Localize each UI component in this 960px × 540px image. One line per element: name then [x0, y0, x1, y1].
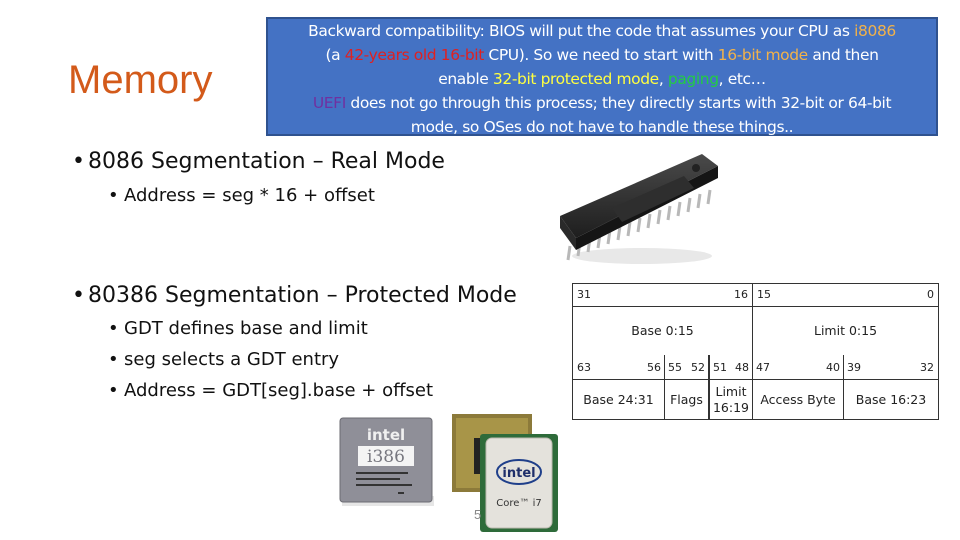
gdt-top-right-bits: 15 0 — [753, 284, 938, 307]
field-base-0-15: Base 0:15 — [573, 307, 753, 355]
bullet-icon: • — [108, 380, 119, 401]
callout-line: Backward compatibility: BIOS will put th… — [268, 19, 936, 43]
real-mode-heading: 8086 Segmentation – Real Mode — [88, 149, 445, 174]
bit-label: 55 — [668, 361, 682, 374]
bit-label: 15 — [757, 288, 771, 301]
core-i7-brand: intel — [502, 466, 535, 481]
gdt-top-left-bits: 31 16 — [573, 284, 753, 307]
callout-highlight: 32-bit protected mode — [492, 70, 659, 88]
core-i7-model: Core™ i7 — [496, 498, 541, 509]
i386-model: i386 — [367, 447, 405, 467]
callout-line: enable 32-bit protected mode, paging, et… — [268, 67, 936, 91]
compatibility-callout: Backward compatibility: BIOS will put th… — [266, 17, 938, 136]
field-limit-0-15: Limit 0:15 — [813, 323, 878, 338]
slide-title: Memory — [68, 58, 213, 102]
bullet-icon: • — [108, 318, 119, 339]
field-flags: Flags — [665, 380, 710, 419]
bit-label: 52 — [691, 361, 705, 374]
callout-text: Backward compatibility: BIOS will put th… — [308, 22, 855, 40]
dip-chip-image — [560, 154, 718, 264]
callout-text: , — [658, 70, 668, 88]
bullet-gdt-address: • Address = GDT[seg].base + offset — [108, 380, 433, 401]
callout-highlight: i8086 — [854, 22, 896, 40]
bit-label: 47 — [756, 361, 770, 374]
callout-line: mode, so OSes do not have to handle thes… — [268, 115, 936, 139]
bullet-protected-mode: • 80386 Segmentation – Protected Mode — [72, 283, 517, 308]
callout-line: UEFI does not go through this process; t… — [268, 91, 936, 115]
callout-text: , etc… — [718, 70, 766, 88]
callout-text: and then — [807, 46, 879, 64]
i386-brand: intel — [367, 426, 405, 444]
callout-highlight: 42-years old 16-bit — [344, 46, 485, 64]
bits-63-56: 63 56 — [573, 355, 665, 380]
callout-highlight: 16-bit mode — [717, 46, 808, 64]
bit-label: 56 — [647, 361, 661, 374]
callout-text: enable — [438, 70, 493, 88]
field-limit-16-19: Limit 16:19 — [710, 380, 753, 419]
real-mode-item: Address = seg * 16 + offset — [124, 185, 375, 206]
bullet-icon: • — [108, 185, 119, 206]
core-i7-cpu-image: intel Core™ i7 — [452, 414, 558, 532]
field-base-24-31: Base 24:31 — [573, 380, 665, 419]
bit-label: 63 — [577, 361, 591, 374]
bullet-gdt-defines: • GDT defines base and limit — [108, 318, 368, 339]
bullet-icon: • — [72, 283, 85, 308]
bits-51-48: 51 48 — [710, 355, 753, 380]
protected-mode-heading: 80386 Segmentation – Protected Mode — [88, 283, 517, 308]
bits-55-52: 55 52 — [665, 355, 710, 380]
protected-mode-item: GDT defines base and limit — [124, 318, 368, 339]
bit-label: 16 — [734, 288, 748, 301]
field-base-16-23: Base 16:23 — [855, 391, 927, 407]
callout-text: does not go through this process; they d… — [345, 94, 892, 112]
bit-label: 39 — [847, 361, 861, 374]
callout-text: CPU). So we need to start with — [483, 46, 718, 64]
callout-highlight: paging — [667, 70, 719, 88]
callout-text: (a — [325, 46, 345, 64]
bit-label: 40 — [826, 361, 840, 374]
bit-label: 31 — [577, 288, 591, 301]
callout-text: mode, so OSes do not have to handle thes… — [410, 118, 794, 136]
bit-label: 32 — [920, 361, 934, 374]
field-access-byte: Access Byte — [753, 380, 844, 419]
callout-highlight: UEFI — [312, 94, 346, 112]
bullet-real-mode-address: • Address = seg * 16 + offset — [108, 185, 375, 206]
bullet-seg-selects: • seg selects a GDT entry — [108, 349, 339, 370]
bit-label: 48 — [735, 361, 749, 374]
protected-mode-item: seg selects a GDT entry — [124, 349, 340, 370]
bullet-icon: • — [72, 149, 85, 174]
bullet-icon: • — [108, 349, 119, 370]
callout-line: (a 42-years old 16-bit CPU). So we need … — [268, 43, 936, 67]
protected-mode-item: Address = GDT[seg].base + offset — [124, 380, 434, 401]
page-number: 5 — [474, 507, 482, 522]
bits-47-40: 47 40 — [753, 355, 844, 380]
bit-label: 0 — [927, 288, 934, 301]
gdt-descriptor-table: 31 16 15 0 Base 0:15 Limit 0:15 63 56 55… — [572, 283, 939, 420]
bit-label: 51 — [713, 361, 727, 374]
bits-39-32: 39 32 — [844, 355, 938, 380]
bullet-real-mode: • 8086 Segmentation – Real Mode — [72, 149, 445, 174]
i386-cpu-image: intel i386 — [339, 417, 434, 506]
